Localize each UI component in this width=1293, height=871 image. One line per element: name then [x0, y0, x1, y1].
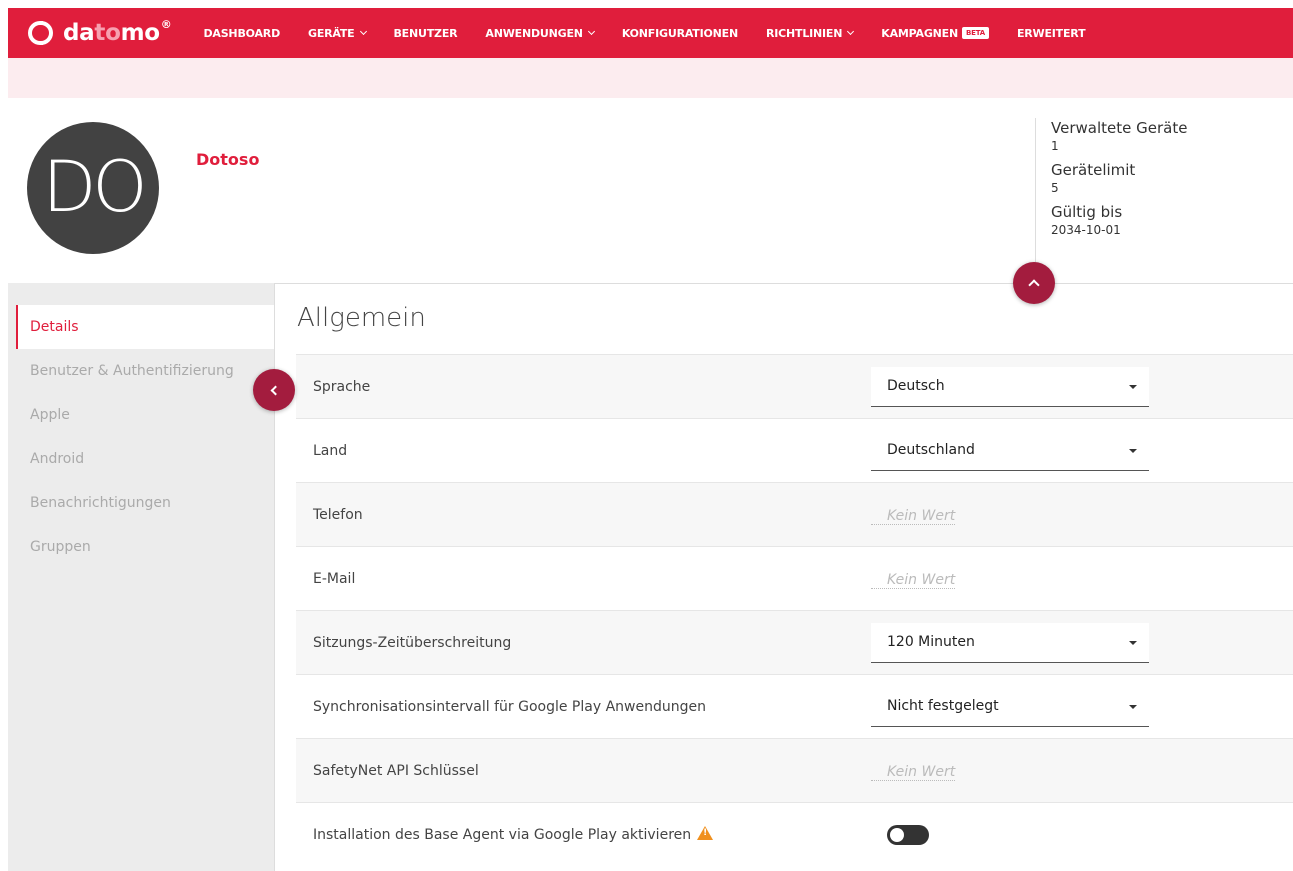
chevron-down-icon [587, 27, 595, 36]
logo-mark-icon [28, 21, 55, 45]
settings-sidebar: Details Benutzer & Authentifizierung App… [8, 283, 275, 871]
stat-value-managed-devices: 1 [1051, 139, 1059, 153]
settings-form: Sprache Deutsch Land Deutschland Telefon… [296, 354, 1293, 866]
base-agent-toggle[interactable] [887, 824, 929, 845]
datomo-logo[interactable]: datomo® [28, 8, 172, 58]
main-nav: DASHBOARD GERÄTE BENUTZER ANWENDUNGEN KO… [189, 8, 1099, 58]
section-title: Allgemein [297, 303, 426, 333]
safetynet-key-field[interactable]: Kein Wert [871, 764, 956, 781]
chevron-down-icon [847, 27, 855, 36]
nav-benutzer[interactable]: BENUTZER [380, 8, 472, 58]
setting-row-safetynet-key: SafetyNet API Schlüssel Kein Wert [296, 738, 1293, 802]
chevron-left-icon [270, 385, 281, 395]
divider [274, 283, 1293, 284]
toggle-knob [890, 827, 904, 842]
sidebar-item-notifications[interactable]: Benachrichtigungen [8, 481, 274, 525]
email-field[interactable]: Kein Wert [871, 572, 956, 589]
nav-geraete[interactable]: GERÄTE [294, 8, 380, 58]
nav-kampagnen[interactable]: KAMPAGNEN BETA [867, 8, 1003, 58]
setting-label: Land [313, 442, 348, 459]
notice-band [8, 58, 1293, 98]
setting-row-session-timeout: Sitzungs-Zeitüberschreitung 120 Minuten [296, 610, 1293, 674]
avatar: DO [27, 122, 159, 254]
setting-label: E-Mail [313, 570, 356, 587]
setting-row-country: Land Deutschland [296, 418, 1293, 482]
beta-badge: BETA [961, 27, 989, 39]
company-name: Dotoso [196, 150, 260, 169]
logo-text: datomo® [63, 18, 172, 46]
setting-label: SafetyNet API Schlüssel [313, 762, 479, 779]
setting-label: Installation des Base Agent via Google P… [296, 826, 871, 843]
stat-value-device-limit: 5 [1051, 181, 1059, 195]
stat-label-valid-until: Gültig bis [1051, 203, 1123, 221]
sidebar-item-apple[interactable]: Apple [8, 393, 274, 437]
phone-field[interactable]: Kein Wert [871, 508, 956, 525]
chevron-up-icon [1028, 279, 1040, 291]
setting-row-language: Sprache Deutsch [296, 354, 1293, 418]
language-select[interactable]: Deutsch [871, 366, 1149, 407]
setting-row-email: E-Mail Kein Wert [296, 546, 1293, 610]
dropdown-caret-icon [1129, 384, 1137, 389]
setting-label: Sprache [313, 378, 371, 395]
dropdown-caret-icon [1129, 640, 1137, 645]
sidebar-item-android[interactable]: Android [8, 437, 274, 481]
stat-value-valid-until: 2034-10-01 [1051, 223, 1121, 237]
dropdown-caret-icon [1129, 704, 1137, 709]
setting-row-sync-interval: Synchronisationsintervall für Google Pla… [296, 674, 1293, 738]
warning-icon [697, 826, 714, 840]
setting-row-phone: Telefon Kein Wert [296, 482, 1293, 546]
dropdown-caret-icon [1129, 448, 1137, 453]
nav-dashboard[interactable]: DASHBOARD [189, 8, 294, 58]
sync-interval-select[interactable]: Nicht festgelegt [871, 686, 1149, 727]
stat-label-managed-devices: Verwaltete Geräte [1051, 119, 1188, 137]
license-stats: Verwaltete Geräte 1 Gerätelimit 5 Gültig… [1035, 118, 1285, 278]
setting-row-base-agent: Installation des Base Agent via Google P… [296, 802, 1293, 866]
collapse-header-button[interactable] [1013, 262, 1055, 304]
sidebar-item-users-auth[interactable]: Benutzer & Authentifizierung [8, 349, 274, 393]
sidebar-item-groups[interactable]: Gruppen [8, 525, 274, 569]
nav-erweitert[interactable]: ERWEITERT [1003, 8, 1099, 58]
collapse-sidebar-button[interactable] [253, 369, 295, 411]
sidebar-item-details[interactable]: Details [16, 305, 274, 349]
country-select[interactable]: Deutschland [871, 430, 1149, 471]
nav-richtlinien[interactable]: RICHTLINIEN [752, 8, 867, 58]
session-timeout-select[interactable]: 120 Minuten [871, 622, 1149, 663]
setting-label: Sitzungs-Zeitüberschreitung [313, 634, 512, 651]
nav-anwendungen[interactable]: ANWENDUNGEN [471, 8, 607, 58]
setting-label: Telefon [313, 506, 363, 523]
setting-label: Synchronisationsintervall für Google Pla… [313, 698, 706, 715]
chevron-down-icon [359, 27, 367, 36]
stat-label-device-limit: Gerätelimit [1051, 161, 1136, 179]
top-navbar: datomo® DASHBOARD GERÄTE BENUTZER ANWEND… [8, 8, 1293, 58]
nav-konfigurationen[interactable]: KONFIGURATIONEN [608, 8, 752, 58]
